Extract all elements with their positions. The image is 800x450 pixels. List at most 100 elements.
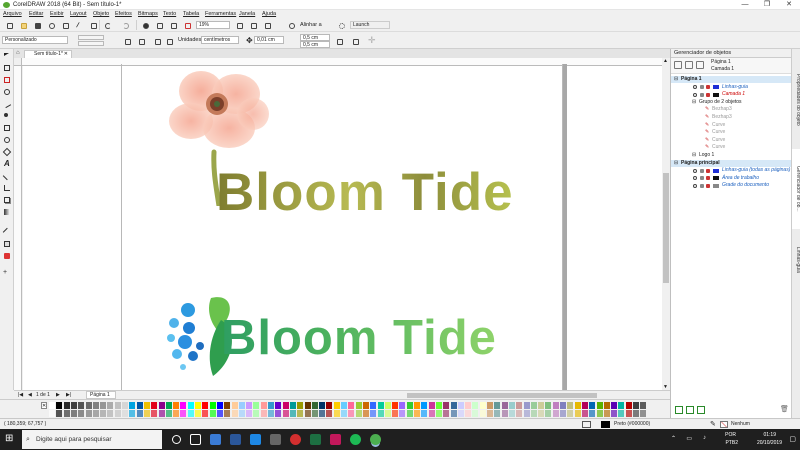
palette-swatch[interactable] [289, 410, 296, 417]
object-tree-row[interactable]: Grade do documento [671, 182, 792, 189]
print-icon[interactable] [700, 168, 704, 173]
eyedropper-tool-icon[interactable] [2, 227, 12, 237]
tray-chevron-icon[interactable]: ⌃ [671, 435, 676, 442]
palette-swatch[interactable] [545, 402, 552, 409]
prev-page-icon[interactable]: ◀ [28, 392, 32, 398]
no-color-swatch[interactable]: ✕ [41, 402, 47, 409]
show-grid-icon[interactable] [262, 20, 272, 30]
palette-swatch[interactable] [567, 410, 574, 417]
drop-shadow-icon[interactable] [2, 195, 12, 205]
palette-swatch[interactable] [63, 402, 70, 409]
new-layer-icon[interactable] [675, 406, 683, 414]
windows-start-icon[interactable]: ⊞ [5, 434, 15, 444]
lock-icon[interactable] [706, 176, 710, 181]
scroll-up-icon[interactable]: ▲ [663, 58, 668, 64]
edit-across-layers-icon[interactable] [696, 61, 704, 69]
layer-manager-icon[interactable] [685, 61, 693, 69]
palette-swatch[interactable] [560, 402, 566, 409]
palette-swatch[interactable] [348, 410, 355, 417]
portrait-icon[interactable] [122, 36, 132, 46]
spotify-icon[interactable] [350, 434, 361, 445]
notifications-icon[interactable]: ▢ [789, 435, 796, 443]
page-preset-dropdown[interactable]: Personalizado [2, 36, 68, 44]
pick-tool-icon[interactable] [2, 51, 12, 61]
palette-swatch[interactable] [487, 410, 493, 417]
palette-swatch[interactable] [465, 410, 472, 417]
palette-swatch[interactable] [202, 410, 209, 417]
palette-swatch[interactable] [414, 410, 420, 417]
menu-objeto[interactable]: Objeto [93, 10, 109, 18]
home-icon[interactable]: ⌂ [16, 50, 20, 56]
palette-swatch[interactable] [107, 410, 114, 417]
palette-swatch[interactable] [640, 410, 647, 417]
options-gear-icon[interactable] [336, 20, 346, 30]
palette-swatch[interactable] [603, 402, 610, 409]
print-icon[interactable] [700, 85, 704, 90]
palette-swatch[interactable] [406, 410, 413, 417]
close-tab-icon[interactable]: ✕ [64, 51, 68, 58]
menu-efeitos[interactable]: Efeitos [115, 10, 132, 18]
landscape-icon[interactable] [136, 36, 146, 46]
palette-swatch[interactable] [195, 410, 201, 417]
palette-swatch[interactable] [574, 410, 581, 417]
palette-swatch[interactable] [596, 402, 603, 409]
current-page-icon[interactable] [164, 36, 174, 46]
palette-swatch[interactable] [253, 402, 260, 409]
palette-swatch[interactable] [567, 402, 574, 409]
palette-swatch[interactable] [508, 402, 515, 409]
lock-icon[interactable] [706, 183, 710, 188]
lock-icon[interactable] [706, 168, 710, 173]
publish-pdf-icon[interactable] [182, 20, 192, 30]
language-indicator[interactable]: POR [725, 432, 736, 438]
palette-swatch[interactable] [158, 410, 165, 417]
object-tree-row[interactable]: ✎ Curve [671, 137, 792, 144]
palette-swatch[interactable] [304, 402, 311, 409]
palette-swatch[interactable] [136, 402, 143, 409]
palette-swatch[interactable] [92, 410, 99, 417]
expand-toggle-icon[interactable]: ⊟ [674, 160, 678, 167]
document-tab[interactable]: Sem título-1* ✕ [24, 50, 72, 58]
palette-swatch[interactable] [618, 410, 625, 417]
palette-swatch[interactable] [173, 410, 180, 417]
word-icon[interactable] [230, 434, 241, 445]
palette-swatch[interactable] [143, 402, 150, 409]
palette-swatch[interactable] [384, 402, 391, 409]
palette-swatch[interactable] [589, 410, 596, 417]
palette-swatch[interactable] [552, 402, 559, 409]
text-tool-icon[interactable]: A [2, 159, 12, 169]
duplicate-y-field[interactable]: 0,5 cm [300, 41, 330, 48]
palette-swatch[interactable] [224, 410, 231, 417]
palette-swatch[interactable] [435, 402, 442, 409]
palette-swatch[interactable] [100, 402, 107, 409]
layer-color-swatch[interactable] [713, 183, 719, 188]
expand-toggle-icon[interactable]: ⊟ [692, 152, 696, 159]
menu-tabela[interactable]: Tabela [183, 10, 199, 18]
parallel-dimension-icon[interactable] [2, 171, 12, 181]
network-icon[interactable]: ▭ [686, 435, 692, 442]
lock-icon[interactable] [706, 85, 710, 90]
fill-color-swatch[interactable] [601, 421, 610, 428]
palette-swatch[interactable] [333, 410, 340, 417]
palette-swatch[interactable] [70, 402, 77, 409]
object-tree-row[interactable]: ✎ Curve [671, 129, 792, 136]
palette-swatch[interactable] [180, 410, 187, 417]
palette-swatch[interactable] [246, 402, 253, 409]
maximize-button[interactable]: ❐ [756, 0, 778, 10]
palette-swatch[interactable] [333, 402, 340, 409]
palette-swatch[interactable] [421, 410, 428, 417]
palette-swatch[interactable] [56, 410, 63, 417]
palette-swatch[interactable] [180, 402, 187, 409]
palette-swatch[interactable] [362, 402, 369, 409]
palette-swatch[interactable] [275, 402, 282, 409]
palette-swatch[interactable] [187, 402, 194, 409]
transparency-icon[interactable] [2, 207, 12, 217]
palette-swatch[interactable] [165, 402, 172, 409]
palette-swatch[interactable] [589, 402, 596, 409]
menu-texto[interactable]: Texto [163, 10, 176, 18]
palette-swatch[interactable] [523, 410, 530, 417]
palette-swatch[interactable] [611, 410, 618, 417]
polygon-tool-icon[interactable] [2, 147, 12, 157]
first-page-icon[interactable]: |◀ [18, 392, 23, 398]
palette-swatch[interactable] [406, 402, 413, 409]
keyboard-layout-indicator[interactable]: PTB2 [725, 440, 738, 446]
